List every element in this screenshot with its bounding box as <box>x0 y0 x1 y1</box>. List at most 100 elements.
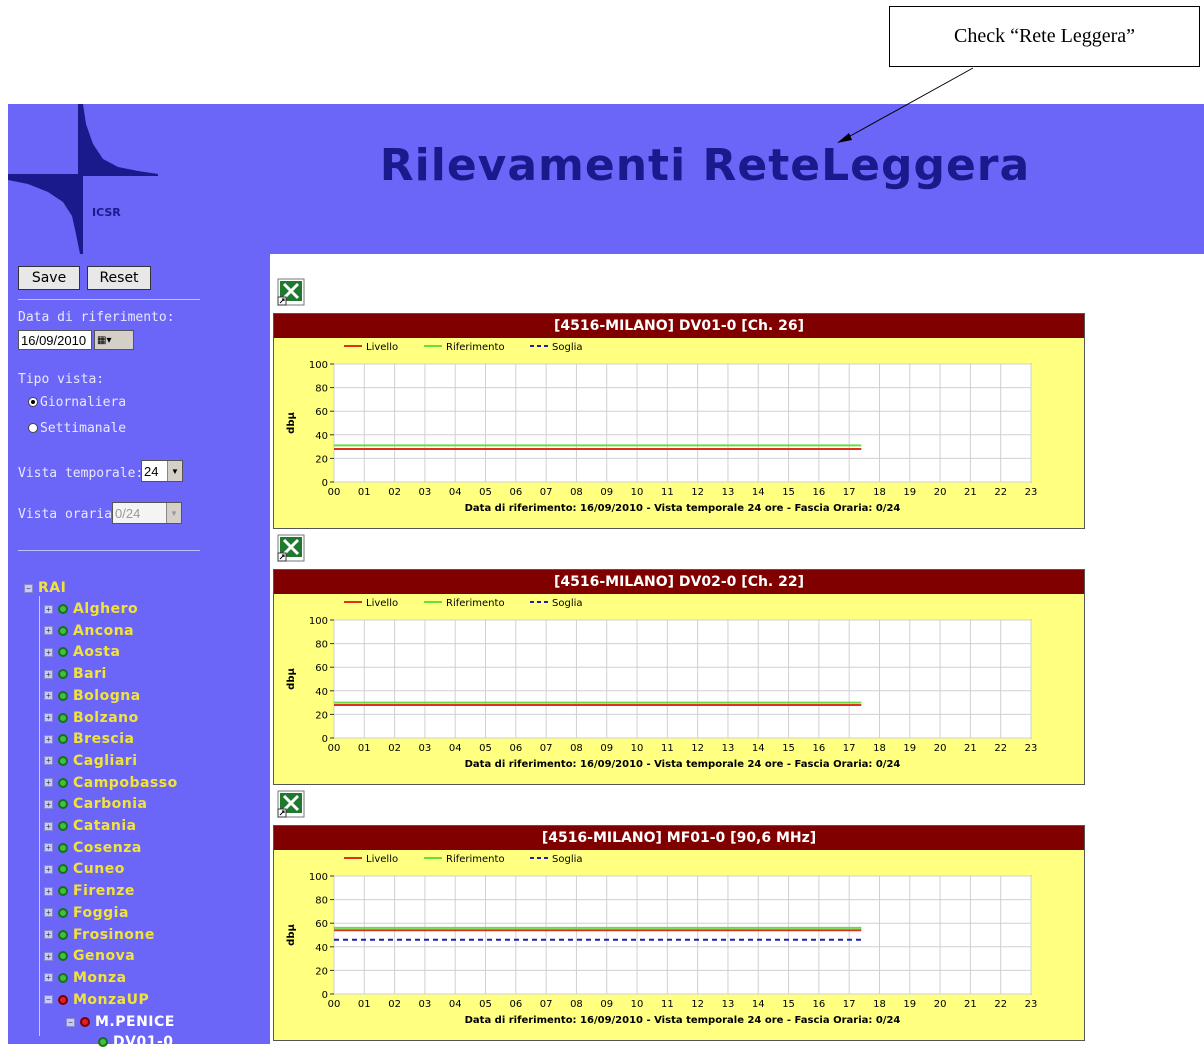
x-tick-label: 00 <box>328 999 341 1010</box>
hour-view-select[interactable]: 0/24 ▼ <box>112 502 182 524</box>
status-dot-icon <box>58 755 68 766</box>
tree-item-cagliari[interactable]: + Cagliari <box>44 751 138 771</box>
tree-item-carbonia[interactable]: + Carbonia <box>44 794 147 814</box>
expand-icon[interactable]: + <box>44 864 53 874</box>
expand-icon[interactable]: + <box>44 604 53 614</box>
x-tick-label: 22 <box>994 487 1007 498</box>
collapse-icon[interactable]: − <box>66 1017 75 1027</box>
y-tick-label: 20 <box>315 710 328 721</box>
expand-icon[interactable]: + <box>44 843 53 853</box>
tree-item-foggia[interactable]: + Foggia <box>44 903 129 923</box>
tree-item-cuneo[interactable]: + Cuneo <box>44 859 125 879</box>
status-dot-icon <box>58 647 68 658</box>
tree-item-frosinone[interactable]: + Frosinone <box>44 925 155 945</box>
tree-item-label: Cosenza <box>73 839 142 856</box>
x-tick-label: 01 <box>358 487 371 498</box>
y-axis-label: dbμ <box>286 412 297 434</box>
tree-item-dv01-0[interactable]: DV01-0 <box>98 1032 174 1052</box>
expand-icon[interactable]: + <box>44 691 53 701</box>
expand-icon[interactable]: + <box>44 973 53 983</box>
x-tick-label: 11 <box>661 999 674 1010</box>
time-view-select[interactable]: 24 ▼ <box>141 460 183 482</box>
tree-item-label: Foggia <box>73 904 129 921</box>
x-tick-label: 16 <box>813 999 826 1010</box>
tree-item-brescia[interactable]: + Brescia <box>44 729 134 749</box>
status-dot-icon <box>58 799 68 810</box>
status-dot-icon <box>58 907 68 918</box>
expand-icon[interactable]: + <box>44 799 53 809</box>
excel-export-icon[interactable] <box>277 790 305 818</box>
expand-icon[interactable]: + <box>44 930 53 939</box>
x-tick-label: 12 <box>691 999 704 1010</box>
tree-item-bologna[interactable]: + Bologna <box>44 686 141 706</box>
tree-item-cosenza[interactable]: + Cosenza <box>44 838 142 858</box>
tree-item-campobasso[interactable]: + Campobasso <box>44 773 178 793</box>
x-tick-label: 08 <box>570 999 583 1010</box>
y-axis-label: dbμ <box>286 924 297 946</box>
excel-export-icon[interactable] <box>277 278 305 306</box>
x-tick-label: 07 <box>540 487 553 498</box>
x-tick-label: 04 <box>449 743 462 754</box>
x-tick-label: 14 <box>752 999 765 1010</box>
tree-item-genova[interactable]: + Genova <box>44 946 135 966</box>
tree-item-ancona[interactable]: + Ancona <box>44 621 134 641</box>
tree-item-aosta[interactable]: + Aosta <box>44 642 120 662</box>
tree-item-label: Carbonia <box>73 796 148 813</box>
x-tick-label: 11 <box>661 487 674 498</box>
status-dot-icon <box>58 929 68 940</box>
excel-export-icon[interactable] <box>277 534 305 562</box>
radio-settimanale[interactable] <box>28 423 38 433</box>
x-tick-label: 05 <box>479 999 492 1010</box>
tree-guide-line <box>39 596 40 1036</box>
expand-icon[interactable]: + <box>44 951 53 961</box>
legend-label: Riferimento <box>446 854 505 865</box>
status-dot-icon <box>58 604 68 614</box>
collapse-icon[interactable]: − <box>44 995 53 1005</box>
tree-root-rai[interactable]: − RAI <box>24 578 66 598</box>
tree-item-monzaup[interactable]: − MonzaUP <box>44 990 149 1010</box>
x-tick-label: 03 <box>419 743 432 754</box>
expand-icon[interactable]: + <box>44 886 53 896</box>
x-tick-label: 02 <box>388 999 401 1010</box>
x-tick-label: 02 <box>388 743 401 754</box>
tree-item-firenze[interactable]: + Firenze <box>44 881 135 901</box>
tree-item-label: DV01-0 <box>113 1034 174 1050</box>
calendar-button[interactable]: ▦▾ <box>94 330 134 350</box>
tree-item-bari[interactable]: + Bari <box>44 664 107 684</box>
save-button[interactable]: Save <box>18 266 80 290</box>
tree-item-label: Catania <box>73 818 137 834</box>
collapse-icon[interactable]: − <box>24 583 33 593</box>
plot-area <box>333 619 1032 739</box>
expand-icon[interactable]: + <box>44 647 53 657</box>
x-tick-label: 22 <box>994 999 1007 1010</box>
expand-icon[interactable]: + <box>44 734 53 744</box>
reset-button[interactable]: Reset <box>87 266 151 290</box>
x-tick-label: 18 <box>873 487 886 498</box>
x-tick-label: 07 <box>540 743 553 754</box>
status-dot-icon <box>58 734 68 745</box>
expand-icon[interactable]: + <box>44 756 53 766</box>
expand-icon[interactable]: + <box>44 713 53 722</box>
tree-item-catania[interactable]: + Catania <box>44 816 137 836</box>
tree-item-monza[interactable]: + Monza <box>44 968 127 988</box>
tree-item-label: Bolzano <box>73 709 139 726</box>
chart-title: [4516-MILANO] DV02-0 [Ch. 22] <box>274 570 1084 594</box>
expand-icon[interactable]: + <box>44 778 53 788</box>
y-tick-label: 40 <box>315 687 328 698</box>
date-label: Data di riferimento: <box>18 310 175 325</box>
radio-giornaliera[interactable] <box>28 397 38 407</box>
tree-item-bolzano[interactable]: + Bolzano <box>44 708 139 728</box>
x-tick-label: 18 <box>873 999 886 1010</box>
tree-item-m-penice[interactable]: − M.PENICE <box>66 1012 175 1032</box>
expand-icon[interactable]: + <box>44 821 53 831</box>
date-input[interactable]: 16/09/2010 <box>18 330 92 350</box>
tree-item-label: Brescia <box>73 731 135 748</box>
x-tick-label: 20 <box>934 487 947 498</box>
expand-icon[interactable]: + <box>44 626 53 636</box>
x-tick-label: 19 <box>903 743 916 754</box>
expand-icon[interactable]: + <box>44 669 53 679</box>
chevron-down-icon: ▼ <box>167 461 182 481</box>
expand-icon[interactable]: + <box>44 908 53 918</box>
option-settimanale-label: Settimanale <box>40 421 127 436</box>
tree-item-alghero[interactable]: + Alghero <box>44 599 138 619</box>
